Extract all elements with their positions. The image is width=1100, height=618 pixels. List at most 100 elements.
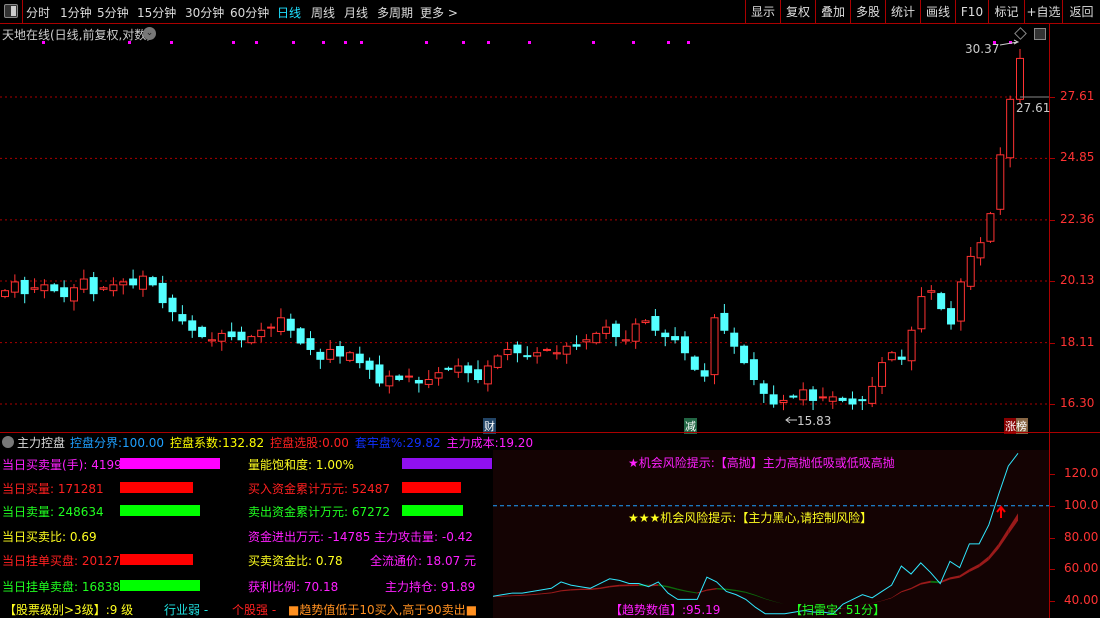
row-value: 0.78: [315, 554, 343, 568]
row-bar: [402, 482, 461, 493]
toolbar-button-6[interactable]: F10: [955, 0, 988, 24]
candle: [50, 283, 59, 293]
candle: [375, 355, 384, 387]
candle: [542, 347, 551, 352]
left-row-1: 当日买量: 171281: [2, 480, 104, 497]
signal-dot: [292, 41, 295, 44]
candle: [286, 313, 295, 338]
candle: [858, 395, 867, 411]
row-label: 获利比例:: [248, 580, 301, 594]
candle: [227, 322, 236, 341]
row-label: 当日卖量:: [2, 505, 55, 519]
indicator-tick: 100.0: [1064, 497, 1099, 512]
candle: [552, 345, 561, 360]
candle: [483, 360, 492, 392]
low-arrow-icon: [785, 416, 797, 424]
signal-dot: [344, 41, 347, 44]
low-price-label: 15.83: [797, 414, 832, 428]
candle: [395, 374, 404, 382]
period-tab-5[interactable]: 60分钟: [230, 4, 269, 21]
period-tab-1[interactable]: 1分钟: [60, 4, 92, 21]
toolbar-button-9[interactable]: 返回: [1062, 0, 1100, 24]
candle: [306, 331, 315, 356]
candle: [247, 334, 256, 345]
candle: [769, 385, 778, 408]
candle: [671, 327, 680, 344]
period-tab-2[interactable]: 5分钟: [97, 4, 129, 21]
trend-band-segment: [901, 587, 912, 593]
signal-dot: [425, 41, 428, 44]
candle: [296, 327, 305, 345]
trend-band-segment: [677, 588, 688, 592]
signal-dot: [632, 41, 635, 44]
mid-row-0: 量能饱和度: 1.00%: [248, 456, 354, 473]
trend-band-segment: [512, 594, 523, 597]
trend-band-segment: [522, 594, 532, 596]
toolbar-button-3[interactable]: 多股: [850, 0, 885, 24]
toolbar-button-5[interactable]: 画线: [920, 0, 955, 24]
candle: [60, 280, 69, 303]
trend-band-segment: [726, 588, 737, 592]
period-tab-0[interactable]: 分时: [26, 4, 50, 21]
candle: [779, 394, 788, 411]
period-tab-10[interactable]: 更多 >: [420, 4, 458, 21]
stock-strength: 个股强 -: [232, 603, 277, 617]
candle: [878, 357, 887, 395]
candle: [267, 323, 276, 337]
row-label: 主力攻击量:: [374, 530, 439, 544]
toolbar-button-0[interactable]: 显示: [745, 0, 780, 24]
candle: [99, 286, 108, 292]
indicator-tick-mark: [1049, 474, 1055, 475]
candle: [917, 287, 926, 333]
candle: [365, 357, 374, 379]
toolbar-button-8[interactable]: +自选: [1024, 0, 1062, 24]
price-tick-mark: [1049, 342, 1055, 344]
row-value: 171281: [57, 482, 104, 496]
trend-band-segment: [774, 601, 785, 605]
candlestick-chart[interactable]: [0, 24, 1049, 432]
price-tick: 27.61: [1060, 89, 1095, 103]
mid-row-3: 资金进出万元: -14785: [248, 528, 370, 545]
trend-band-segment: [551, 590, 562, 594]
candle: [513, 341, 522, 363]
period-tab-8[interactable]: 月线: [344, 4, 368, 21]
mid-row-2: 卖出资金累计万元: 67272: [248, 503, 390, 520]
row-label: 全流通价:: [370, 554, 423, 568]
signal-dot: [360, 41, 363, 44]
panel-divider: [0, 432, 1100, 433]
toolbar-button-4[interactable]: 统计: [885, 0, 920, 24]
candle: [207, 332, 216, 347]
trend-band-segment: [745, 591, 756, 596]
trend-band-segment: [736, 589, 746, 593]
period-tab-4[interactable]: 30分钟: [185, 4, 224, 21]
industry-strength: 行业弱 -: [164, 603, 209, 617]
candle: [326, 340, 335, 364]
period-tab-9[interactable]: 多周期: [377, 4, 413, 21]
trend-band-segment: [629, 584, 639, 587]
period-tab-3[interactable]: 15分钟: [137, 4, 176, 21]
candle: [720, 303, 729, 334]
indicator-collapse-icon[interactable]: [2, 436, 14, 448]
signal-dot: [170, 41, 173, 44]
period-tab-7[interactable]: 周线: [311, 4, 335, 21]
candle: [355, 346, 364, 369]
candle: [129, 269, 138, 289]
signal-dot: [667, 41, 670, 44]
toolbar-button-2[interactable]: 叠加: [815, 0, 850, 24]
indicator-param: 控盘系数:132.82: [170, 436, 264, 450]
price-tick: 16.30: [1060, 396, 1095, 410]
signal-dot: [462, 41, 465, 44]
toolbar-button-1[interactable]: 复权: [780, 0, 815, 24]
high-price-label: 30.37: [965, 42, 1000, 56]
toolbar-button-7[interactable]: 标记: [988, 0, 1024, 24]
candle: [562, 342, 571, 364]
candle: [838, 396, 847, 403]
period-tab-6[interactable]: 日线: [277, 4, 301, 21]
row-value: -0.42: [441, 530, 473, 544]
param-value: 132.82: [222, 436, 265, 450]
trend-indicator-chart[interactable]: [493, 450, 1049, 618]
mid-row-5: 获利比例: 70.18: [248, 578, 338, 595]
indicator-name[interactable]: 主力控盘: [17, 434, 65, 451]
candle: [444, 366, 453, 372]
layout-toggle-icon[interactable]: [4, 4, 18, 18]
